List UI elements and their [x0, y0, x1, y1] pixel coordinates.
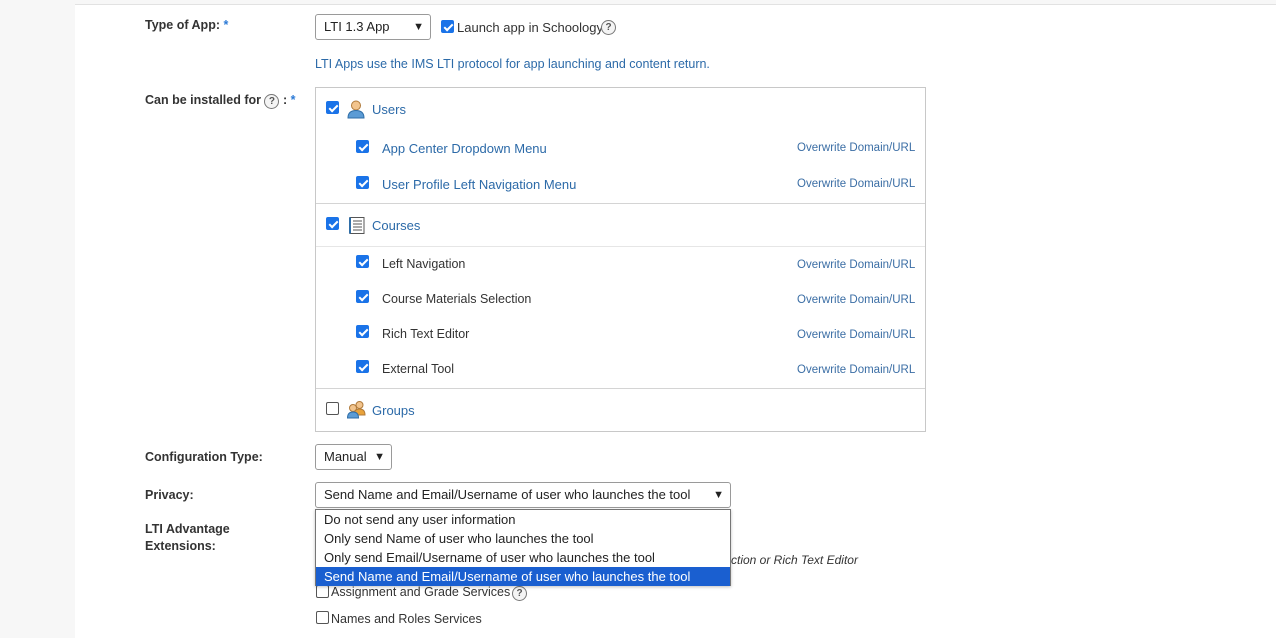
divider	[316, 246, 925, 247]
user-icon	[347, 100, 365, 119]
assignment-grade-services-checkbox[interactable]	[316, 585, 329, 598]
type-of-app-label-text: Type of App:	[145, 18, 220, 32]
privacy-option[interactable]: Only send Email/Username of user who lau…	[316, 548, 730, 567]
names-roles-services-checkbox[interactable]	[316, 611, 329, 624]
course-materials-selection-checkbox[interactable]	[356, 290, 369, 303]
partial-extension-text: ction or Rich Text Editor	[731, 553, 858, 567]
installed-for-label-text: Can be installed for	[145, 93, 261, 107]
lti-advantage-label-line2: Extensions:	[145, 539, 216, 553]
app-center-dropdown-label: App Center Dropdown Menu	[382, 141, 547, 156]
course-materials-selection-label: Course Materials Selection	[382, 292, 532, 306]
courses-checkbox[interactable]	[326, 217, 339, 230]
overwrite-domain-link[interactable]: Overwrite Domain/URL	[797, 364, 915, 376]
privacy-dropdown-list: Do not send any user information Only se…	[315, 509, 731, 586]
help-icon[interactable]: ?	[601, 20, 616, 35]
configuration-type-label: Configuration Type:	[145, 450, 263, 464]
divider	[316, 203, 925, 204]
groups-checkbox[interactable]	[326, 402, 339, 415]
group-icon	[346, 401, 366, 419]
privacy-select-value: Send Name and Email/Username of user who…	[324, 487, 691, 502]
installed-for-colon: :	[282, 93, 288, 107]
notebook-icon	[349, 217, 365, 234]
divider	[316, 388, 925, 389]
rich-text-editor-label: Rich Text Editor	[382, 327, 470, 341]
left-navigation-label: Left Navigation	[382, 257, 466, 271]
privacy-label: Privacy:	[145, 488, 194, 502]
overwrite-domain-link[interactable]: Overwrite Domain/URL	[797, 259, 915, 271]
overwrite-domain-link[interactable]: Overwrite Domain/URL	[797, 294, 915, 306]
privacy-option[interactable]: Only send Name of user who launches the …	[316, 529, 730, 548]
type-of-app-label: Type of App: *	[145, 18, 228, 32]
installed-for-label: Can be installed for ? : *	[145, 93, 296, 109]
launch-in-schoology-checkbox[interactable]	[441, 20, 454, 33]
chevron-down-icon: ▼	[374, 451, 385, 463]
privacy-option[interactable]: Do not send any user information	[316, 510, 730, 529]
overwrite-domain-link[interactable]: Overwrite Domain/URL	[797, 329, 915, 341]
overwrite-domain-link[interactable]: Overwrite Domain/URL	[797, 178, 915, 190]
user-profile-nav-label: User Profile Left Navigation Menu	[382, 177, 577, 192]
user-profile-nav-checkbox[interactable]	[356, 176, 369, 189]
rich-text-editor-checkbox[interactable]	[356, 325, 369, 338]
external-tool-checkbox[interactable]	[356, 360, 369, 373]
names-roles-services-label: Names and Roles Services	[331, 612, 482, 626]
chevron-down-icon: ▼	[413, 21, 424, 33]
app-type-select[interactable]: LTI 1.3 App ▼	[315, 14, 431, 40]
assignment-grade-services-label: Assignment and Grade Services	[331, 585, 511, 599]
external-tool-label: External Tool	[382, 362, 455, 376]
left-navigation-checkbox[interactable]	[356, 255, 369, 268]
required-marker: *	[223, 18, 229, 32]
overwrite-domain-link[interactable]: Overwrite Domain/URL	[797, 142, 915, 154]
chevron-down-icon: ▼	[713, 489, 724, 501]
configuration-type-value: Manual	[324, 449, 367, 464]
help-icon[interactable]: ?	[264, 94, 280, 109]
lti-info-text: LTI Apps use the IMS LTI protocol for ap…	[315, 57, 710, 71]
lti-advantage-label-line1: LTI Advantage	[145, 522, 230, 536]
privacy-select[interactable]: Send Name and Email/Username of user who…	[315, 482, 731, 508]
lti-advantage-label: LTI Advantage Extensions:	[145, 521, 230, 555]
launch-in-schoology-label: Launch app in Schoology	[457, 20, 604, 35]
configuration-type-select[interactable]: Manual ▼	[315, 444, 392, 470]
help-icon[interactable]: ?	[512, 586, 527, 601]
groups-label: Groups	[372, 403, 415, 418]
required-marker: *	[290, 93, 296, 107]
app-type-select-value: LTI 1.3 App	[324, 19, 390, 34]
app-center-dropdown-checkbox[interactable]	[356, 140, 369, 153]
users-label: Users	[372, 102, 406, 117]
users-checkbox[interactable]	[326, 101, 339, 114]
privacy-option-selected[interactable]: Send Name and Email/Username of user who…	[316, 567, 730, 586]
courses-label: Courses	[372, 218, 421, 233]
